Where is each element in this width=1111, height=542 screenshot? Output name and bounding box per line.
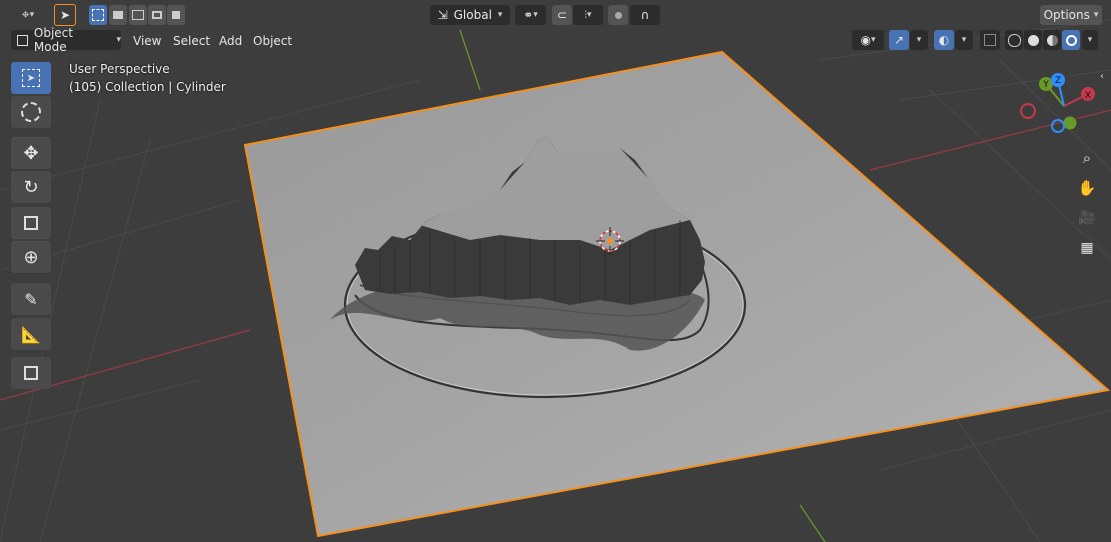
3d-cursor-icon bbox=[21, 102, 41, 122]
snap-toggle[interactable]: ⊂ bbox=[552, 5, 572, 25]
gizmo-z-label: Z bbox=[1055, 76, 1061, 86]
xray-icon bbox=[984, 34, 996, 46]
shading-dropdown[interactable]: ▾ bbox=[1082, 30, 1098, 50]
xray-toggle[interactable] bbox=[980, 30, 1000, 50]
zoom-icon: ⌕ bbox=[1082, 149, 1092, 167]
tool-cursor[interactable] bbox=[11, 96, 51, 128]
move-icon: ✥ bbox=[23, 142, 39, 164]
scale-icon bbox=[24, 216, 38, 230]
overlays-icon: ◐ bbox=[938, 33, 950, 47]
rendered-sphere-icon bbox=[1065, 34, 1077, 46]
orientation-label: Global bbox=[453, 8, 492, 22]
proportional-edit-icon bbox=[614, 11, 622, 19]
tool-add-cube[interactable] bbox=[11, 357, 51, 389]
eye-icon: ◉ bbox=[860, 33, 871, 47]
cursor-arrow-icon: ➤ bbox=[22, 69, 40, 87]
transform-orientation-dropdown[interactable]: ⇲ Global ▾ bbox=[430, 5, 510, 25]
material-sphere-icon bbox=[1046, 34, 1058, 46]
cursor-arrow-icon: ➤ bbox=[59, 8, 71, 22]
measure-icon: 📐 bbox=[21, 324, 41, 344]
gizmo-z-negative[interactable] bbox=[1051, 119, 1065, 133]
menu-select[interactable]: Select bbox=[166, 32, 217, 50]
select-mode-new-button[interactable] bbox=[89, 5, 107, 25]
tool-scale[interactable] bbox=[11, 207, 51, 239]
falloff-dropdown[interactable]: ∩ bbox=[630, 5, 660, 25]
options-label: Options bbox=[1043, 8, 1090, 22]
menu-view[interactable]: View bbox=[126, 32, 168, 50]
select-mode-extend-button[interactable] bbox=[109, 5, 127, 25]
mode-label: Object Mode bbox=[33, 26, 73, 54]
select-mode-invert-button[interactable] bbox=[148, 5, 166, 25]
gizmo-x-negative[interactable] bbox=[1020, 103, 1036, 119]
tool-annotate[interactable]: ✎ bbox=[11, 283, 51, 315]
transform-icon: ⊕ bbox=[23, 246, 39, 268]
shading-wireframe-button[interactable] bbox=[1005, 30, 1023, 50]
camera-view-button[interactable]: 🎥 bbox=[1074, 205, 1100, 231]
mode-dropdown[interactable]: Object Mode ▾ bbox=[11, 26, 121, 54]
overlays-dropdown[interactable]: ▾ bbox=[955, 30, 973, 50]
hand-icon: ✋ bbox=[1077, 179, 1097, 197]
select-intersect-icon bbox=[172, 11, 180, 19]
editor-type-icon: ⌖ bbox=[21, 7, 30, 23]
y-axis-line-bottom bbox=[799, 504, 826, 542]
snap-target-dropdown[interactable]: ⫶ ▾ bbox=[573, 5, 603, 25]
ortho-toggle-button[interactable]: ▦ bbox=[1074, 235, 1100, 261]
options-dropdown[interactable]: Options ▾ bbox=[1040, 5, 1102, 25]
pivot-icon: ⚭ bbox=[523, 8, 534, 22]
tool-measure[interactable]: 📐 bbox=[11, 318, 51, 350]
perspective-label: User Perspective bbox=[69, 62, 170, 76]
rotate-icon: ↻ bbox=[23, 176, 39, 198]
solid-sphere-icon bbox=[1027, 34, 1039, 46]
camera-icon: 🎥 bbox=[1078, 210, 1096, 226]
chevron-left-icon: ‹ bbox=[1100, 71, 1104, 82]
tool-transform[interactable]: ⊕ bbox=[11, 241, 51, 273]
collection-label: (105) Collection | Cylinder bbox=[69, 80, 226, 94]
select-new-icon bbox=[92, 9, 104, 21]
gizmo-y-label: Y bbox=[1042, 80, 1049, 90]
select-subtract-icon bbox=[132, 10, 144, 20]
select-invert-icon bbox=[152, 11, 162, 19]
menu-add[interactable]: Add bbox=[212, 32, 249, 50]
object-mode-icon bbox=[17, 34, 28, 46]
tool-select-button[interactable]: ➤ bbox=[54, 4, 76, 26]
menu-object[interactable]: Object bbox=[246, 32, 299, 50]
shading-solid-button[interactable] bbox=[1024, 30, 1042, 50]
add-cube-icon bbox=[24, 366, 38, 380]
gizmo-x-label: X bbox=[1085, 91, 1091, 101]
sidebar-toggle-arrow[interactable]: ‹ bbox=[1100, 68, 1110, 82]
pivot-point-dropdown[interactable]: ⚭ ▾ bbox=[515, 5, 546, 25]
gizmo-dropdown[interactable]: ▾ bbox=[910, 30, 928, 50]
falloff-curve-icon: ∩ bbox=[640, 8, 650, 22]
visibility-dropdown[interactable]: ◉ ▾ bbox=[852, 30, 884, 50]
editor-type-button[interactable]: ⌖ ▾ bbox=[12, 5, 44, 25]
pan-button[interactable]: ✋ bbox=[1074, 175, 1100, 201]
gizmo-y-negative[interactable] bbox=[1062, 115, 1078, 131]
wireframe-sphere-icon bbox=[1007, 33, 1021, 47]
shading-rendered-button[interactable] bbox=[1062, 30, 1080, 50]
magnet-icon: ⊂ bbox=[556, 8, 568, 22]
y-axis-line bbox=[459, 29, 481, 91]
tool-select-box[interactable]: ➤ bbox=[11, 62, 51, 94]
gizmo-toggle[interactable]: ↗ bbox=[889, 30, 909, 50]
navigation-gizmo[interactable]: X Y Z bbox=[1016, 66, 1106, 136]
orientation-icon: ⇲ bbox=[437, 8, 448, 22]
grid-perspective-icon: ▦ bbox=[1080, 240, 1094, 256]
proportional-edit-toggle[interactable] bbox=[608, 5, 628, 25]
zoom-button[interactable]: ⌕ bbox=[1074, 145, 1100, 171]
shading-material-button[interactable] bbox=[1043, 30, 1061, 50]
annotate-icon: ✎ bbox=[24, 289, 38, 309]
tool-rotate[interactable]: ↻ bbox=[11, 171, 51, 203]
overlays-toggle[interactable]: ◐ bbox=[934, 30, 954, 50]
select-extend-icon bbox=[113, 11, 123, 19]
tool-move[interactable]: ✥ bbox=[11, 137, 51, 169]
3d-viewport[interactable]: ⌖ ▾ ➤ ⇲ Global ▾ ⚭ ▾ ⊂ ⫶ ▾ ∩ Options ▾ Objec… bbox=[0, 0, 1111, 542]
select-mode-intersect-button[interactable] bbox=[167, 5, 185, 25]
select-mode-subtract-button[interactable] bbox=[129, 5, 147, 25]
gizmo-icon: ↗ bbox=[893, 33, 905, 47]
